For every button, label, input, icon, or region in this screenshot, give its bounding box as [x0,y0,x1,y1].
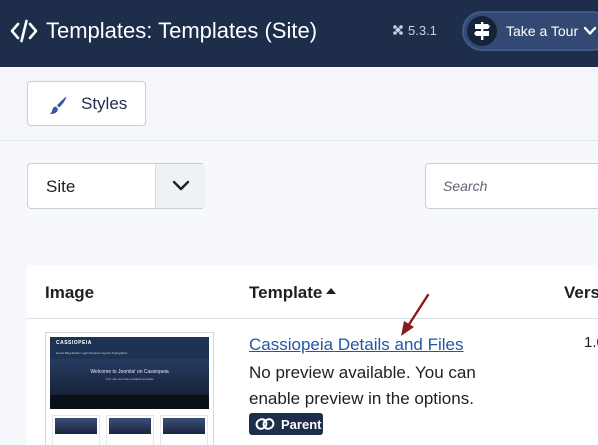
annotation-arrow-icon [401,293,430,336]
client-select-value: Site [46,177,76,196]
take-a-tour-button[interactable]: Take a Tour [462,11,598,51]
thumbnail-card-image [163,418,205,434]
styles-label: Styles [81,94,128,113]
code-icon [10,19,38,43]
app-header: Templates: Templates (Site) 5.3.1 Take a… [0,0,598,67]
thumbnail-hero: Welcome to Joomla! on Cassiopeia Your si… [50,359,209,409]
thumbnail-card [52,415,100,445]
parent-badge: Parent [249,413,323,435]
chevron-down-icon [172,180,190,191]
thumbnail-card-image [109,418,151,434]
chevron-down-icon [583,26,597,35]
template-version: 1.0 [584,334,598,351]
template-thumbnail[interactable]: CASSIOPEIA Home Blog Author Login Sample… [45,332,214,445]
version-label: 5.3.1 [408,23,437,38]
tour-icon-badge [467,16,497,46]
column-header-template[interactable]: Template [249,283,322,303]
search-input[interactable] [425,163,598,209]
templates-table: Image Template Vers CASSIOPEIA Home Blog… [27,265,598,445]
template-details-link[interactable]: Cassiopeia Details and Files [249,335,464,355]
thumbnail-card [160,415,208,445]
thumbnail-hero-title: Welcome to Joomla! on Cassiopeia [90,369,169,375]
joomla-icon [393,25,403,35]
thumbnail-hero-silhouette [50,395,209,409]
column-header-version[interactable]: Vers [564,283,598,303]
thumbnail-hero-subtitle: Your site now has a default template [105,377,154,381]
caret-up-icon [326,288,336,294]
signpost-icon [474,22,490,40]
page-title: Templates: Templates (Site) [46,18,318,43]
header-divider [27,318,598,319]
styles-button[interactable]: Styles [27,81,146,126]
client-select-toggle[interactable] [155,164,205,208]
parent-badge-label: Parent [281,417,322,432]
template-preview-note: No preview available. You can enable pre… [249,363,476,408]
thumbnail-card [106,415,154,445]
thumbnail-navbar: CASSIOPEIA Home Blog Author Login Sample… [50,337,209,359]
thumbnail-card-image [55,418,97,434]
column-header-image: Image [45,283,95,302]
thumbnail-brand: CASSIOPEIA [56,340,92,346]
link-icon [255,418,275,430]
tour-label: Take a Tour [506,23,579,39]
toolbar: Styles [0,67,598,141]
client-select[interactable]: Site [27,163,205,209]
thumbnail-nav-links: Home Blog Author Login Sample Layouts Ty… [56,351,128,355]
paintbrush-icon [49,96,67,114]
